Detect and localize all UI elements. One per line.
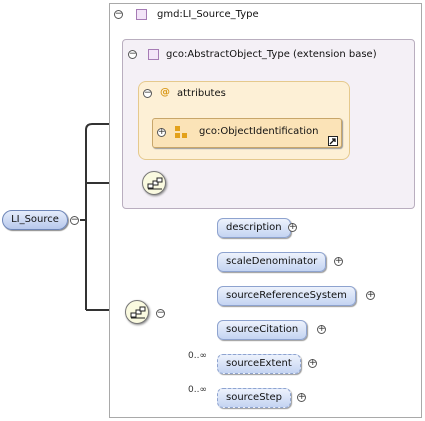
element-source-citation[interactable]: sourceCitation xyxy=(217,320,308,340)
extension-box-title: gco:AbstractObject_Type (extension base) xyxy=(166,49,377,60)
element-scale-denominator[interactable]: scaleDenominator xyxy=(217,252,327,272)
object-identification-expand-toggle[interactable]: + xyxy=(157,128,166,137)
complex-type-icon xyxy=(148,49,159,60)
element-label: scaleDenominator xyxy=(226,256,318,267)
attribute-at-icon: @ xyxy=(160,87,170,98)
complex-type-icon xyxy=(136,9,147,20)
root-element-li-source[interactable]: LI_Source xyxy=(2,210,68,230)
element-source-reference-system[interactable]: sourceReferenceSystem xyxy=(217,286,356,306)
reference-link-icon[interactable] xyxy=(328,136,338,146)
element-expand-toggle[interactable]: + xyxy=(366,291,375,300)
element-expand-toggle[interactable]: + xyxy=(297,393,306,402)
element-label: sourceReferenceSystem xyxy=(226,290,347,301)
element-expand-toggle[interactable]: + xyxy=(317,325,326,334)
element-description[interactable]: description xyxy=(217,218,291,238)
attribute-group-icon xyxy=(175,126,187,138)
root-element-label: LI_Source xyxy=(11,214,59,225)
object-identification-label: gco:ObjectIdentification xyxy=(199,126,319,137)
element-label: sourceCitation xyxy=(226,324,299,335)
sequence-compositor-icon[interactable] xyxy=(142,171,166,195)
type-box-collapse-toggle[interactable]: − xyxy=(114,10,123,19)
element-label: sourceStep xyxy=(226,392,282,403)
element-source-extent[interactable]: sourceExtent xyxy=(217,354,301,374)
cardinality-label: 0..∞ xyxy=(188,385,207,395)
root-collapse-toggle[interactable]: − xyxy=(70,216,79,225)
element-expand-toggle[interactable]: + xyxy=(288,223,297,232)
attributes-collapse-toggle[interactable]: − xyxy=(143,89,152,98)
element-expand-toggle[interactable]: + xyxy=(308,359,317,368)
type-box-title: gmd:LI_Source_Type xyxy=(157,9,259,20)
element-label: sourceExtent xyxy=(226,358,292,369)
cardinality-label: 0..∞ xyxy=(188,351,207,361)
extension-box-collapse-toggle[interactable]: − xyxy=(128,50,137,59)
element-label: description xyxy=(226,222,282,233)
sequence-collapse-toggle[interactable]: − xyxy=(156,309,165,318)
sequence-compositor-icon[interactable] xyxy=(125,300,149,324)
element-source-step[interactable]: sourceStep xyxy=(217,388,291,408)
attributes-title: attributes xyxy=(177,88,226,99)
element-expand-toggle[interactable]: + xyxy=(334,257,343,266)
